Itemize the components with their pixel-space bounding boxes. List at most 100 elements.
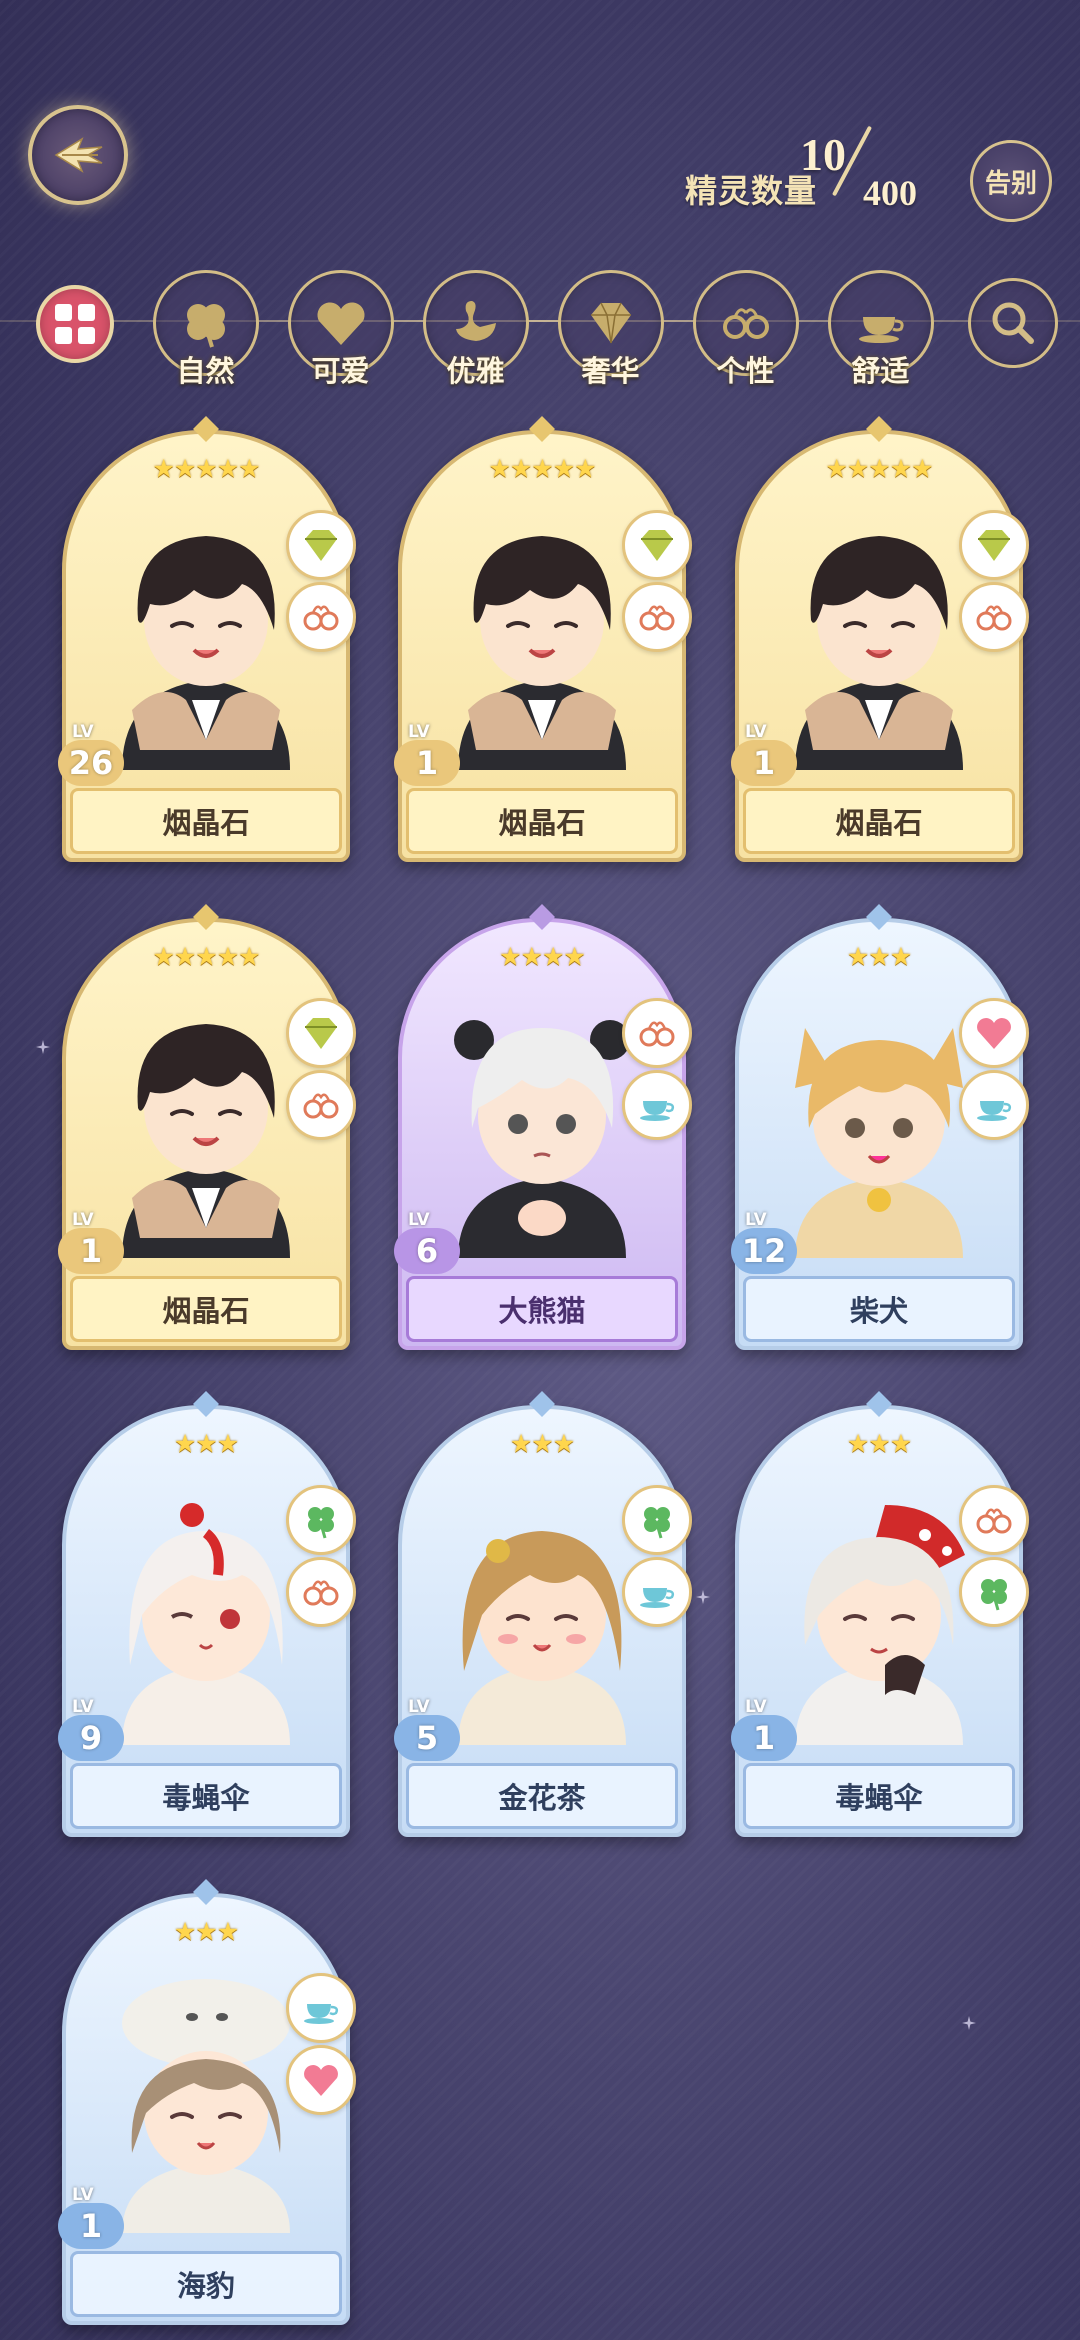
- character-portrait: [102, 1963, 310, 2233]
- filter-nature[interactable]: 自然: [153, 270, 259, 400]
- attribute-badge: [959, 582, 1029, 652]
- level-badge: LV 1: [731, 1697, 801, 1763]
- character-portrait: [438, 1475, 646, 1745]
- character-portrait: [775, 500, 983, 770]
- filter-personality[interactable]: 个性: [693, 270, 799, 400]
- spirit-name: 烟晶石: [743, 788, 1015, 854]
- spirit-name: 大熊猫: [406, 1276, 678, 1342]
- glasses-icon: [976, 605, 1012, 631]
- category-filter-bar: 自然 可爱 优雅 奢华 个性 舒适: [0, 265, 1080, 405]
- heart-icon: [317, 302, 365, 345]
- diamond-icon: [641, 530, 673, 561]
- top-bar: 精灵数量 10 400 告别: [0, 0, 1080, 260]
- attribute-badge: [286, 510, 356, 580]
- level-tag: LV: [72, 722, 94, 742]
- clover-icon: [308, 1507, 334, 1539]
- diamond-icon: [305, 530, 337, 561]
- level-badge: LV 26: [58, 722, 128, 788]
- filter-cute[interactable]: 可爱: [288, 270, 394, 400]
- glasses-icon: [303, 605, 339, 631]
- glasses-icon: [639, 1021, 675, 1047]
- back-arrow-icon: [54, 137, 103, 173]
- level-tag: LV: [72, 2185, 94, 2205]
- spirit-card[interactable]: ★★★★★ LV 1 烟晶石: [394, 416, 692, 862]
- search-filter-button[interactable]: [960, 270, 1065, 400]
- grid-icon: [54, 304, 95, 344]
- filter-comfort[interactable]: 舒适: [828, 270, 934, 400]
- attribute-badge: [959, 510, 1029, 580]
- star-rating: ★★★★★: [152, 454, 260, 483]
- back-button[interactable]: [28, 105, 128, 205]
- filter-luxury[interactable]: 奢华: [558, 270, 664, 400]
- filter-label: 可爱: [311, 354, 370, 388]
- star-rating: ★★★: [846, 942, 912, 971]
- attribute-badge: [622, 1485, 692, 1555]
- spirit-card[interactable]: ★★★ LV 9 毒蝇伞: [58, 1391, 356, 1837]
- spirit-card[interactable]: ★★★★★ LV 1 烟晶石: [58, 904, 356, 1350]
- character-portrait: [438, 988, 646, 1258]
- spirit-card[interactable]: ★★★★★ LV 26 烟晶石: [58, 416, 356, 862]
- attribute-badge: [286, 2045, 356, 2115]
- spirit-card[interactable]: ★★★ LV 5 金花茶: [394, 1391, 692, 1837]
- spirit-count-label: 精灵数量: [685, 172, 818, 210]
- level-number: 26: [58, 740, 124, 786]
- teacup-icon: [640, 1101, 675, 1121]
- character-portrait: [102, 988, 310, 1258]
- spirit-count-current: 10: [800, 129, 846, 180]
- attribute-badge: [622, 510, 692, 580]
- spirit-card[interactable]: ★★★★ LV 6 大熊猫: [394, 904, 692, 1350]
- filter-all[interactable]: [22, 270, 127, 400]
- level-tag: LV: [72, 1697, 94, 1717]
- attribute-badge: [286, 1070, 356, 1140]
- level-tag: LV: [408, 1210, 430, 1230]
- glasses-icon: [639, 605, 675, 631]
- attribute-badge: [622, 1070, 692, 1140]
- spirit-name: 柴犬: [743, 1276, 1015, 1342]
- filter-label: 个性: [716, 354, 775, 388]
- star-rating: ★★★: [509, 1429, 575, 1458]
- spirit-card[interactable]: ★★★ LV 12 柴犬: [731, 904, 1029, 1350]
- spirit-card[interactable]: ★★★★★ LV 1 烟晶石: [731, 416, 1029, 862]
- glasses-icon: [303, 1580, 339, 1606]
- level-tag: LV: [745, 1697, 767, 1717]
- level-number: 5: [394, 1715, 460, 1761]
- attribute-badge: [286, 998, 356, 1068]
- spirit-name: 烟晶石: [70, 788, 342, 854]
- spirit-count: 精灵数量 10 400: [685, 125, 945, 218]
- spirit-name: 毒蝇伞: [743, 1763, 1015, 1829]
- attribute-badge: [622, 1557, 692, 1627]
- clover-icon: [981, 1579, 1007, 1611]
- glasses-icon: [303, 1093, 339, 1119]
- level-badge: LV 5: [394, 1697, 464, 1763]
- attribute-badge: [959, 998, 1029, 1068]
- attribute-badge: [959, 1557, 1029, 1627]
- level-number: 1: [58, 1228, 124, 1274]
- teacup-icon: [977, 1101, 1012, 1121]
- teacup-icon: [304, 2004, 339, 2024]
- filter-elegant[interactable]: 优雅: [423, 270, 529, 400]
- level-number: 6: [394, 1228, 460, 1274]
- level-badge: LV 1: [58, 1210, 128, 1276]
- attribute-badge: [286, 1973, 356, 2043]
- glasses-icon: [976, 1508, 1012, 1534]
- heart-icon: [304, 2065, 338, 2096]
- farewell-button[interactable]: 告别: [970, 140, 1052, 222]
- level-badge: LV 12: [731, 1210, 801, 1276]
- character-portrait: [438, 500, 646, 770]
- star-rating: ★★★★★: [825, 454, 933, 483]
- star-rating: ★★★★★: [152, 942, 260, 971]
- level-tag: LV: [745, 722, 767, 742]
- attribute-badge: [286, 582, 356, 652]
- level-badge: LV 1: [394, 722, 464, 788]
- spirit-name: 海豹: [70, 2251, 342, 2317]
- attribute-badge: [959, 1485, 1029, 1555]
- level-badge: LV 1: [58, 2185, 128, 2251]
- attribute-badge: [286, 1557, 356, 1627]
- level-tag: LV: [72, 1210, 94, 1230]
- spirit-card[interactable]: ★★★ LV 1 海豹: [58, 1879, 356, 2325]
- star-rating: ★★★★★: [488, 454, 596, 483]
- level-number: 1: [58, 2203, 124, 2249]
- attribute-badge: [959, 1070, 1029, 1140]
- diamond-icon: [305, 1018, 337, 1049]
- spirit-card[interactable]: ★★★ LV 1 毒蝇伞: [731, 1391, 1029, 1837]
